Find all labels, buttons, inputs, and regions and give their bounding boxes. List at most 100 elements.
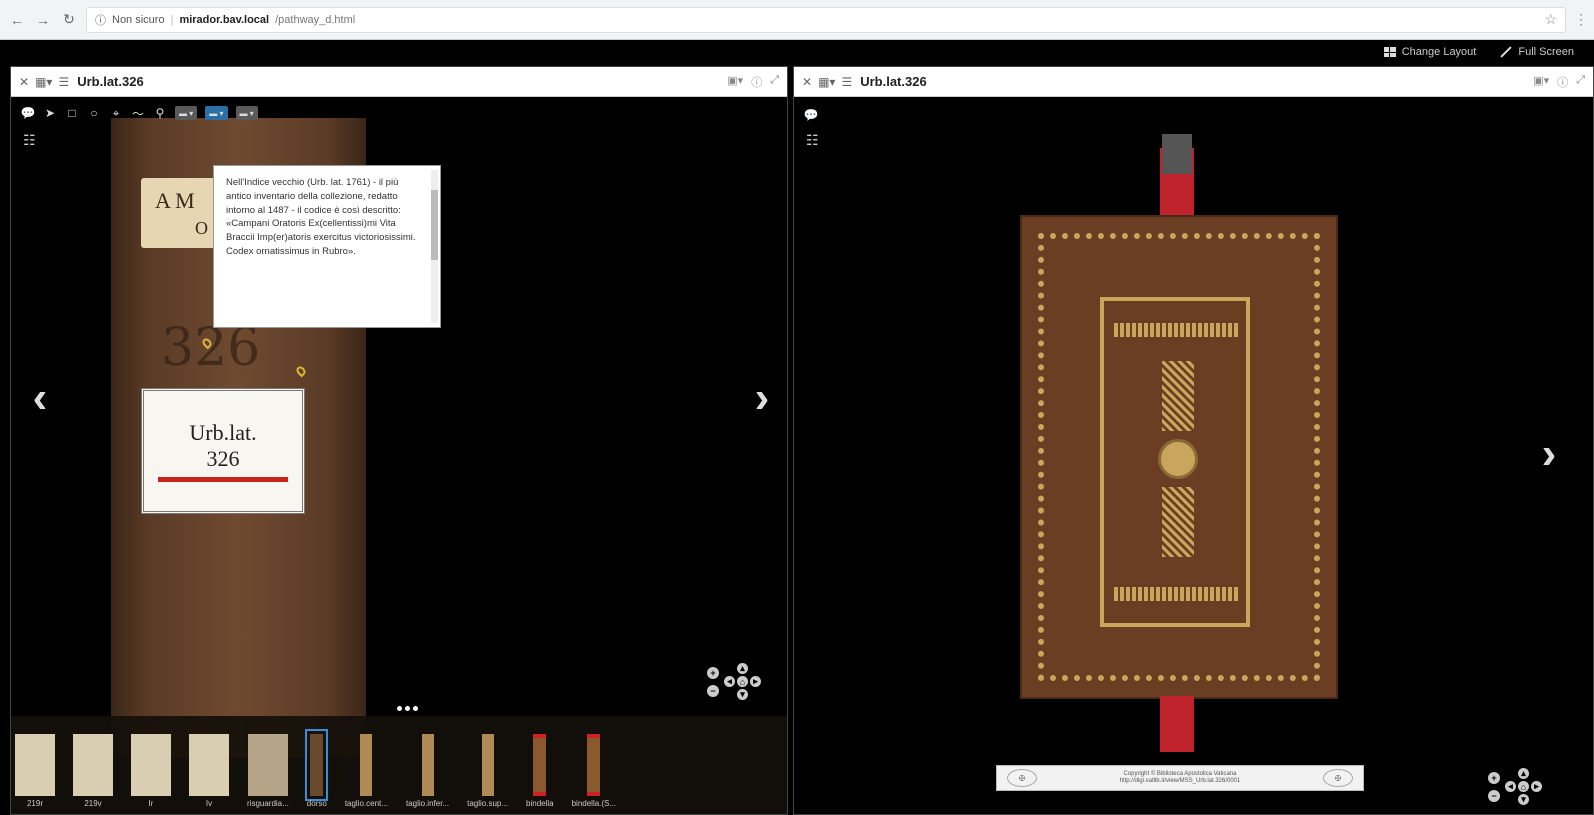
vatican-seal-icon: ✠ bbox=[1322, 769, 1353, 787]
full-screen-button[interactable]: Full Screen bbox=[1500, 46, 1574, 58]
pointer-icon[interactable]: ➤ bbox=[43, 106, 57, 120]
center-ornament bbox=[1158, 361, 1198, 561]
browser-menu-icon[interactable]: ⋮ bbox=[1574, 11, 1588, 28]
pan-up-icon[interactable]: ▴ bbox=[1518, 768, 1529, 779]
pan-down-icon[interactable]: ▾ bbox=[1518, 794, 1529, 805]
window-title: Urb.lat.326 bbox=[860, 74, 927, 89]
reload-icon[interactable]: ↻ bbox=[60, 11, 78, 29]
thumbnail-label: dorso bbox=[306, 799, 327, 808]
fullscreen-icon bbox=[1500, 46, 1512, 58]
zoom-out-icon[interactable]: − bbox=[707, 685, 719, 697]
thumbnail-label: Iv bbox=[205, 799, 213, 808]
prev-page-chevron-icon[interactable]: ‹ bbox=[25, 373, 55, 422]
pan-right-icon[interactable]: ▸ bbox=[750, 676, 761, 687]
thumbnail-item[interactable]: bindella.(S... bbox=[572, 734, 616, 808]
change-layout-button[interactable]: Change Layout bbox=[1383, 46, 1477, 58]
stroke-color-pill[interactable]: ▬ ▾ bbox=[205, 106, 228, 120]
thumbnail-label: 219v bbox=[84, 799, 102, 808]
close-icon[interactable]: ✕ bbox=[19, 75, 29, 89]
thumbnail-item[interactable]: dorso bbox=[305, 729, 329, 808]
view-options-icon[interactable]: ▦▾ bbox=[35, 75, 52, 89]
pan-left-icon[interactable]: ◂ bbox=[1505, 781, 1516, 792]
thumbnail-item[interactable]: risguardia... bbox=[247, 734, 289, 808]
sidebar-toggle-icon[interactable]: ☰ bbox=[841, 75, 852, 89]
gilt-band-bottom bbox=[1114, 587, 1240, 601]
thumbnail-item[interactable]: bindella bbox=[526, 734, 554, 808]
change-layout-label: Change Layout bbox=[1401, 46, 1477, 58]
thumbnail-image bbox=[421, 734, 434, 796]
window-title: Urb.lat.326 bbox=[77, 74, 144, 89]
url-host: mirador.bav.local bbox=[179, 13, 270, 26]
book-cover-image bbox=[1020, 215, 1338, 699]
circle-icon[interactable]: ○ bbox=[87, 106, 101, 120]
shelfmark-label: Urb.lat. 326 bbox=[141, 388, 305, 514]
pin-icon[interactable]: ⚲ bbox=[153, 106, 167, 120]
freehand-icon[interactable]: 〜 bbox=[131, 106, 145, 121]
next-page-chevron-icon[interactable]: › bbox=[1534, 429, 1564, 478]
thumbnail-image bbox=[15, 734, 55, 796]
zoom-in-icon[interactable]: + bbox=[1488, 772, 1500, 784]
left-viewer-window: ✕ ▦▾ ☰ Urb.lat.326 ▣▾ ⓘ ⤢ A M O 326 Urb.… bbox=[10, 66, 788, 815]
right-window-header: ✕ ▦▾ ☰ Urb.lat.326 ▣▾ ⓘ ⤢ bbox=[794, 67, 1593, 97]
popup-scrollbar[interactable] bbox=[431, 170, 438, 323]
reset-view-icon[interactable]: ⌂ bbox=[1518, 781, 1529, 792]
sidebar-toggle-icon[interactable]: ☰ bbox=[58, 75, 69, 89]
zoom-in-icon[interactable]: + bbox=[707, 667, 719, 679]
back-icon[interactable]: ← bbox=[8, 11, 26, 29]
comments-icon[interactable]: 💬 bbox=[804, 108, 819, 122]
view-options-icon[interactable]: ▦▾ bbox=[818, 75, 835, 89]
thumbnail-item[interactable]: Ir bbox=[131, 734, 171, 808]
thumbnail-image bbox=[305, 729, 329, 801]
copyright-text: Copyright © Biblioteca Apostolica Vatica… bbox=[1120, 771, 1241, 785]
thumbnail-item[interactable]: taglio.sup... bbox=[467, 734, 508, 808]
reset-view-icon[interactable]: ⌂ bbox=[737, 676, 748, 687]
thumbnail-item[interactable]: taglio.cent... bbox=[345, 734, 388, 808]
image-adjust-sliders-icon[interactable]: ☷ bbox=[806, 132, 819, 149]
pan-left-icon[interactable]: ◂ bbox=[724, 676, 735, 687]
pan-dpad: ▴ ◂ ⌂ ▸ ▾ bbox=[1505, 768, 1543, 806]
info-icon[interactable]: ⓘ bbox=[751, 74, 762, 90]
thumbnail-image bbox=[131, 734, 171, 796]
close-icon[interactable]: ✕ bbox=[802, 75, 812, 89]
thumbnail-image bbox=[247, 734, 288, 796]
expand-icon[interactable]: ⤢ bbox=[1576, 74, 1585, 90]
image-view-icon[interactable]: ▣▾ bbox=[727, 74, 743, 90]
image-view-icon[interactable]: ▣▾ bbox=[1533, 74, 1549, 90]
thumbnail-strip-toggle[interactable] bbox=[397, 706, 418, 711]
thumbnail-item[interactable]: 219v bbox=[73, 734, 113, 808]
right-canvas[interactable]: 💬 ☷ › ✠ Copyright © Biblioteca Apostolic… bbox=[794, 98, 1593, 814]
medallion bbox=[1158, 439, 1198, 479]
thumbnail-item[interactable]: taglio.infer... bbox=[406, 734, 449, 808]
shelfmark-line2: 326 bbox=[206, 445, 240, 471]
stroke-style-pill[interactable]: ▬ ▾ bbox=[175, 106, 198, 120]
thumbnail-label: taglio.sup... bbox=[467, 799, 509, 808]
thumbnail-label: risguardia... bbox=[247, 799, 289, 808]
red-stripe bbox=[158, 476, 288, 482]
zoom-controls: + − ▴ ◂ ⌂ ▸ ▾ bbox=[1488, 768, 1543, 806]
thumbnail-item[interactable]: 219r bbox=[15, 734, 55, 808]
annotation-popup[interactable]: Nell'Indice vecchio (Urb. lat. 1761) - i… bbox=[213, 165, 441, 328]
popup-scroll-thumb[interactable] bbox=[431, 190, 438, 260]
image-adjust-sliders-icon[interactable]: ☷ bbox=[23, 132, 36, 149]
annotation-pin-icon[interactable] bbox=[294, 364, 308, 378]
fill-color-pill[interactable]: ▬ ▾ bbox=[235, 106, 258, 120]
polygon-icon[interactable]: ⌖ bbox=[109, 106, 123, 120]
address-bar[interactable]: ⓘ Non sicuro | mirador.bav.local /pathwa… bbox=[86, 6, 1566, 33]
pan-down-icon[interactable]: ▾ bbox=[737, 689, 748, 700]
left-canvas[interactable]: A M O 326 Urb.lat. 326 💬 ➤ □ ○ ⌖ 〜 ⚲ ▬ ▾… bbox=[11, 98, 787, 814]
thumbnail-item[interactable]: Iv bbox=[189, 734, 229, 808]
rectangle-icon[interactable]: □ bbox=[65, 106, 79, 120]
pan-up-icon[interactable]: ▴ bbox=[737, 663, 748, 674]
comments-icon[interactable]: 💬 bbox=[21, 106, 36, 120]
pan-right-icon[interactable]: ▸ bbox=[1531, 781, 1542, 792]
bookmark-star-icon[interactable]: ☆ bbox=[1544, 11, 1557, 28]
annotation-text: Nell'Indice vecchio (Urb. lat. 1761) - i… bbox=[226, 177, 416, 257]
browser-toolbar: ← → ↻ ⓘ Non sicuro | mirador.bav.local /… bbox=[0, 0, 1594, 40]
zoom-out-icon[interactable]: − bbox=[1488, 790, 1500, 802]
gilt-band-top bbox=[1114, 323, 1240, 337]
info-icon[interactable]: ⓘ bbox=[1557, 74, 1568, 90]
lattice-bottom bbox=[1162, 487, 1194, 557]
forward-icon[interactable]: → bbox=[34, 11, 52, 29]
expand-icon[interactable]: ⤢ bbox=[770, 74, 779, 90]
next-page-chevron-icon[interactable]: › bbox=[747, 373, 777, 422]
